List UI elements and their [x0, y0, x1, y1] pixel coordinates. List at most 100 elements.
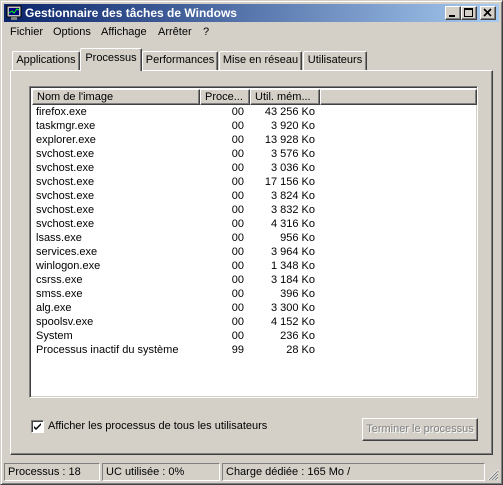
menu-arreter[interactable]: Arrêter: [158, 26, 192, 38]
process-id-cell: 00: [231, 288, 244, 300]
column-image-name[interactable]: Nom de l'image: [32, 89, 200, 105]
process-id-cell: 00: [231, 190, 244, 202]
process-id-cell: 00: [231, 330, 244, 342]
memory-usage-cell: 3 920 Ko: [270, 120, 315, 132]
table-row[interactable]: alg.exe 00 3 300 Ko: [32, 301, 477, 315]
table-row[interactable]: spoolsv.exe 00 4 152 Ko: [32, 315, 477, 329]
process-id-cell: 00: [231, 274, 244, 286]
memory-usage-cell: 3 300 Ko: [270, 302, 315, 314]
memory-usage-cell: 3 184 Ko: [270, 274, 315, 286]
table-row[interactable]: svchost.exe 00 3 036 Ko: [32, 161, 477, 175]
process-name-cell: taskmgr.exe: [36, 120, 96, 132]
memory-usage-cell: 236 Ko: [280, 330, 315, 342]
table-row[interactable]: Processus inactif du système 99 28 Ko: [32, 343, 477, 357]
column-memory-usage[interactable]: Util. mém...: [250, 89, 320, 105]
task-manager-icon: [6, 5, 22, 20]
process-id-cell: 00: [231, 246, 244, 258]
process-id-cell: 00: [231, 176, 244, 188]
table-row[interactable]: svchost.exe 00 3 824 Ko: [32, 189, 477, 203]
table-row[interactable]: explorer.exe 00 13 928 Ko: [32, 133, 477, 147]
process-id-cell: 00: [231, 204, 244, 216]
tab-mise-en-reseau[interactable]: Mise en réseau: [219, 51, 302, 70]
table-row[interactable]: svchost.exe 00 4 316 Ko: [32, 217, 477, 231]
memory-usage-cell: 17 156 Ko: [264, 176, 315, 188]
maximize-button[interactable]: [461, 6, 477, 20]
process-name-cell: svchost.exe: [36, 190, 95, 202]
table-row[interactable]: services.exe 00 3 964 Ko: [32, 245, 477, 259]
process-id-cell: 00: [231, 302, 244, 314]
table-row[interactable]: firefox.exe 00 43 256 Ko: [32, 105, 477, 119]
memory-usage-cell: 3 964 Ko: [270, 246, 315, 258]
menu-help[interactable]: ?: [203, 26, 209, 38]
process-name-cell: explorer.exe: [36, 134, 96, 146]
table-row[interactable]: System 00 236 Ko: [32, 329, 477, 343]
menu-fichier[interactable]: Fichier: [10, 26, 43, 38]
process-list[interactable]: Nom de l'image Proce... Util. mém... fir…: [29, 86, 478, 398]
menu-affichage[interactable]: Affichage: [101, 26, 147, 38]
column-empty: [320, 89, 477, 105]
process-name-cell: Processus inactif du système: [36, 344, 179, 356]
process-id-cell: 00: [231, 232, 244, 244]
process-id-cell: 00: [231, 120, 244, 132]
minimize-icon: [449, 15, 455, 17]
table-row[interactable]: svchost.exe 00 17 156 Ko: [32, 175, 477, 189]
memory-usage-cell: 3 576 Ko: [270, 148, 315, 160]
process-id-cell: 00: [231, 148, 244, 160]
process-name-cell: lsass.exe: [36, 232, 82, 244]
process-id-cell: 00: [231, 134, 244, 146]
maximize-icon: [464, 8, 473, 17]
process-id-cell: 00: [231, 106, 244, 118]
memory-usage-cell: 4 316 Ko: [270, 218, 315, 230]
show-all-users-label[interactable]: Afficher les processus de tous les utili…: [48, 420, 267, 432]
title-bar[interactable]: Gestionnaire des tâches de Windows: [4, 4, 499, 22]
tab-applications[interactable]: Applications: [12, 51, 80, 70]
process-id-cell: 00: [231, 260, 244, 272]
process-name-cell: services.exe: [36, 246, 98, 258]
table-row[interactable]: svchost.exe 00 3 832 Ko: [32, 203, 477, 217]
table-row[interactable]: winlogon.exe 00 1 348 Ko: [32, 259, 477, 273]
process-name-cell: svchost.exe: [36, 162, 95, 174]
table-row[interactable]: lsass.exe 00 956 Ko: [32, 231, 477, 245]
memory-usage-cell: 1 348 Ko: [270, 260, 315, 272]
process-name-cell: winlogon.exe: [36, 260, 101, 272]
process-id-cell: 00: [231, 316, 244, 328]
tab-performances[interactable]: Performances: [142, 51, 218, 70]
tab-utilisateurs[interactable]: Utilisateurs: [303, 51, 367, 70]
column-process-id[interactable]: Proce...: [200, 89, 250, 105]
process-name-cell: firefox.exe: [36, 106, 87, 118]
process-name-cell: svchost.exe: [36, 176, 95, 188]
resize-grip-icon[interactable]: [487, 469, 499, 481]
status-cpu: UC utilisée : 0%: [102, 463, 220, 481]
checkmark-icon: [34, 423, 41, 430]
end-process-button[interactable]: Terminer le processus: [362, 418, 478, 441]
table-row[interactable]: csrss.exe 00 3 184 Ko: [32, 273, 477, 287]
menu-options[interactable]: Options: [53, 26, 91, 38]
close-icon: [483, 8, 492, 17]
process-name-cell: svchost.exe: [36, 148, 95, 160]
window-title: Gestionnaire des tâches de Windows: [25, 6, 237, 20]
memory-usage-cell: 956 Ko: [280, 232, 315, 244]
process-id-cell: 00: [231, 218, 244, 230]
status-commit-charge: Charge dédiée : 165 Mo /: [222, 463, 485, 481]
table-row[interactable]: taskmgr.exe 00 3 920 Ko: [32, 119, 477, 133]
memory-usage-cell: 43 256 Ko: [264, 106, 315, 118]
tab-processus[interactable]: Processus: [80, 48, 142, 71]
status-processes: Processus : 18: [4, 463, 100, 481]
memory-usage-cell: 3 824 Ko: [270, 190, 315, 202]
show-all-users-checkbox[interactable]: [31, 420, 44, 433]
minimize-button[interactable]: [445, 6, 461, 20]
close-button[interactable]: [480, 6, 496, 20]
process-name-cell: svchost.exe: [36, 218, 95, 230]
memory-usage-cell: 3 036 Ko: [270, 162, 315, 174]
process-name-cell: spoolsv.exe: [36, 316, 94, 328]
process-rows: firefox.exe 00 43 256 Ko taskmgr.exe 00 3 920…: [32, 105, 477, 357]
list-header: Nom de l'image Proce... Util. mém...: [32, 89, 477, 105]
memory-usage-cell: 13 928 Ko: [264, 134, 315, 146]
table-row[interactable]: svchost.exe 00 3 576 Ko: [32, 147, 477, 161]
process-id-cell: 00: [231, 162, 244, 174]
table-row[interactable]: smss.exe 00 396 Ko: [32, 287, 477, 301]
memory-usage-cell: 28 Ko: [286, 344, 315, 356]
memory-usage-cell: 3 832 Ko: [270, 204, 315, 216]
process-id-cell: 99: [231, 344, 244, 356]
process-name-cell: smss.exe: [36, 288, 83, 300]
